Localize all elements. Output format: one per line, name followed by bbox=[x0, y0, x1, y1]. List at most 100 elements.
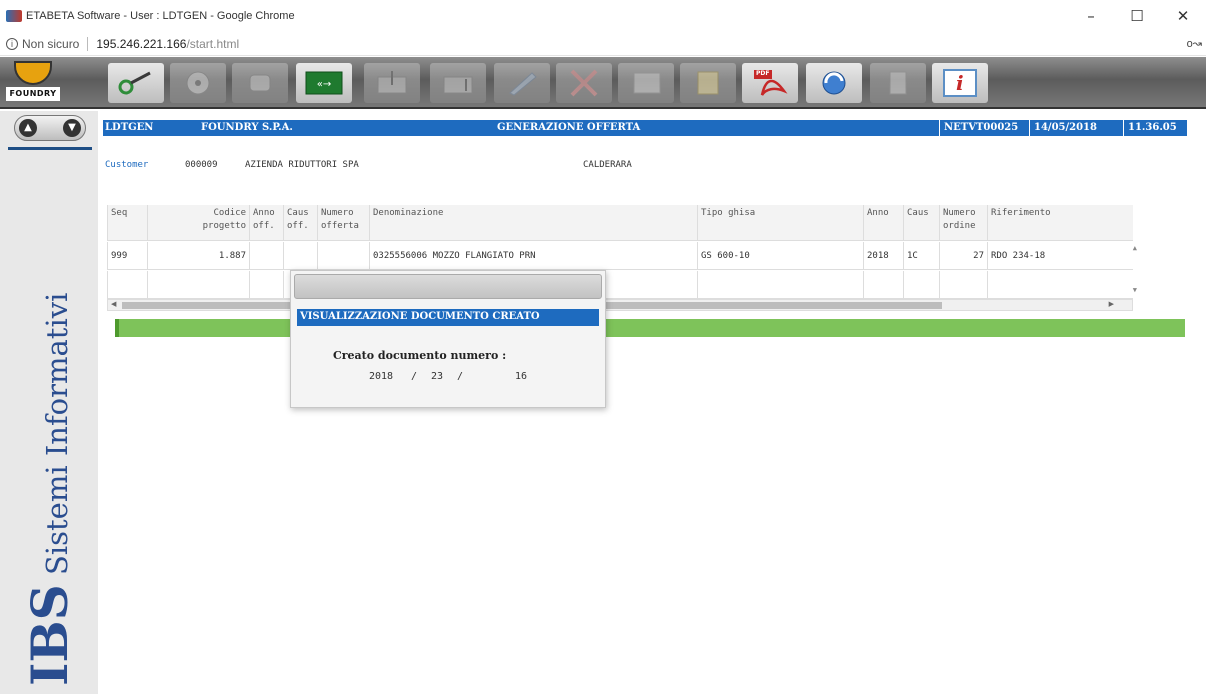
cell-seq[interactable]: 999 bbox=[107, 242, 147, 270]
info-label: i bbox=[956, 71, 964, 95]
refresh-button[interactable] bbox=[806, 63, 862, 103]
toolbar: FOUNDRY «→ PDF i bbox=[0, 57, 1206, 109]
folder-icon bbox=[697, 71, 719, 95]
pdf-label: PDF bbox=[756, 70, 770, 77]
eraser-icon bbox=[249, 74, 271, 92]
col-codice: Codice progetto bbox=[147, 205, 249, 241]
key-icon bbox=[118, 71, 151, 95]
app-icon bbox=[6, 10, 22, 22]
scroll-left-icon[interactable]: ◀ bbox=[111, 300, 116, 308]
calculator-icon bbox=[889, 71, 907, 95]
col-seq: Seq bbox=[107, 205, 147, 241]
header-company: FOUNDRY S.P.A. bbox=[201, 122, 293, 133]
cell-caus-off[interactable] bbox=[283, 242, 317, 270]
scroll-down-icon[interactable]: ▼ bbox=[1133, 286, 1137, 294]
cell-numero-ordine[interactable] bbox=[939, 271, 987, 299]
document-number-label: Creato documento numero : bbox=[333, 349, 507, 362]
customer-code: 000009 bbox=[185, 160, 218, 170]
cell-anno-off[interactable] bbox=[249, 242, 283, 270]
pencil-icon bbox=[509, 72, 537, 96]
col-anno-off: Anno off. bbox=[249, 205, 283, 241]
header-date: 14/05/2018 bbox=[1029, 120, 1101, 136]
disc-icon bbox=[186, 71, 210, 95]
dialog-titlebar[interactable] bbox=[294, 274, 602, 299]
col-tipo-ghisa: Tipo ghisa bbox=[697, 205, 863, 241]
col-numero-ordine: Numero ordine bbox=[939, 205, 987, 241]
refresh-icon bbox=[822, 71, 846, 95]
cell-tipo-ghisa[interactable]: GS 600-10 bbox=[697, 242, 863, 270]
col-riferimento: Riferimento bbox=[987, 205, 1133, 241]
copy-icon bbox=[633, 72, 661, 94]
previous-record-button[interactable]: ▲ bbox=[19, 119, 37, 137]
disc-button[interactable] bbox=[170, 63, 226, 103]
header-time: 11.36.05 bbox=[1123, 120, 1181, 136]
document-separator: / bbox=[457, 371, 464, 382]
exit-sign-icon: «→ bbox=[305, 71, 343, 95]
url-host[interactable]: 195.246.221.166 bbox=[96, 37, 186, 51]
eraser-button[interactable] bbox=[232, 63, 288, 103]
cell-codice[interactable]: 1.887 bbox=[147, 242, 249, 270]
cell-seq[interactable] bbox=[107, 271, 147, 299]
edit-button[interactable] bbox=[494, 63, 550, 103]
address-separator bbox=[87, 36, 89, 51]
key-icon[interactable]: o↝ bbox=[1187, 37, 1202, 50]
maximize-button[interactable]: ☐ bbox=[1114, 0, 1160, 32]
scroll-up-icon[interactable]: ▲ bbox=[1133, 244, 1137, 252]
sidebar-brand: IBS Sistemi Informativi bbox=[20, 293, 79, 686]
cell-denominazione[interactable]: 0325556006 MOZZO FLANGIATO PRN bbox=[369, 242, 697, 270]
status-bar bbox=[115, 319, 1185, 337]
table-row[interactable]: 999 1.887 0325556006 MOZZO FLANGIATO PRN… bbox=[107, 242, 1133, 270]
customer-label: Customer bbox=[105, 160, 149, 170]
cell-numero-ordine[interactable]: 27 bbox=[939, 242, 987, 270]
col-numero-offerta: Numero offerta bbox=[317, 205, 369, 241]
horizontal-scrollbar[interactable]: ◀ ▶ bbox=[107, 299, 1133, 311]
cell-anno-off[interactable] bbox=[249, 271, 283, 299]
cell-numero-offerta[interactable] bbox=[317, 242, 369, 270]
brand-subtitle: Sistemi Informativi bbox=[40, 292, 74, 585]
delete-button[interactable] bbox=[556, 63, 612, 103]
copy-button[interactable] bbox=[618, 63, 674, 103]
cell-caus[interactable] bbox=[903, 271, 939, 299]
scroll-right-icon[interactable]: ▶ bbox=[1109, 300, 1114, 308]
minimize-button[interactable]: – bbox=[1068, 0, 1114, 32]
address-bar[interactable]: i Non sicuro 195.246.221.166/start.html … bbox=[0, 32, 1206, 56]
download-icon bbox=[377, 71, 407, 94]
window-title: ETABETA Software - User : LDTGEN - Googl… bbox=[26, 10, 295, 22]
upload-button[interactable] bbox=[430, 63, 486, 103]
table-row[interactable] bbox=[107, 271, 1133, 299]
cell-caus[interactable]: 1C bbox=[903, 242, 939, 270]
pdf-button[interactable]: PDF bbox=[742, 63, 798, 103]
header-program: NETVT00025 bbox=[939, 120, 1022, 136]
document-created-dialog: VISUALIZZAZIONE DOCUMENTO CREATO Creato … bbox=[290, 270, 606, 408]
cell-anno[interactable] bbox=[863, 271, 903, 299]
cell-codice[interactable] bbox=[147, 271, 249, 299]
customer-name: AZIENDA RIDUTTORI SPA bbox=[245, 160, 359, 170]
info-button[interactable]: i bbox=[932, 63, 988, 103]
info-icon[interactable]: i bbox=[6, 37, 18, 50]
record-navigator: ▲ ▼ bbox=[14, 115, 86, 141]
logo-text: FOUNDRY bbox=[6, 87, 60, 101]
upload-icon bbox=[443, 76, 473, 94]
cell-anno[interactable]: 2018 bbox=[863, 242, 903, 270]
exit-button[interactable]: «→ bbox=[296, 63, 352, 103]
folder-button[interactable] bbox=[680, 63, 736, 103]
calculator-button[interactable] bbox=[870, 63, 926, 103]
col-caus: Caus bbox=[903, 205, 939, 241]
header-strip: LDTGEN FOUNDRY S.P.A. GENERAZIONE OFFERT… bbox=[103, 120, 1187, 136]
header-function: GENERAZIONE OFFERTA bbox=[497, 122, 641, 133]
key-button[interactable] bbox=[108, 63, 164, 103]
customer-city: CALDERARA bbox=[583, 160, 632, 170]
sidebar-divider bbox=[8, 147, 92, 150]
col-denominazione: Denominazione bbox=[369, 205, 697, 241]
cell-tipo-ghisa[interactable] bbox=[697, 271, 863, 299]
cell-riferimento[interactable]: RDO 234-18 bbox=[987, 242, 1133, 270]
dialog-header: VISUALIZZAZIONE DOCUMENTO CREATO bbox=[297, 309, 599, 326]
cell-riferimento[interactable] bbox=[987, 271, 1133, 299]
url-path[interactable]: /start.html bbox=[186, 37, 239, 51]
security-indicator[interactable]: Non sicuro bbox=[22, 37, 79, 51]
window-controls: – ☐ ✕ bbox=[1068, 0, 1206, 32]
close-button[interactable]: ✕ bbox=[1160, 0, 1206, 32]
brand-ibs: IBS bbox=[20, 584, 79, 686]
next-record-button[interactable]: ▼ bbox=[63, 119, 81, 137]
download-button[interactable] bbox=[364, 63, 420, 103]
